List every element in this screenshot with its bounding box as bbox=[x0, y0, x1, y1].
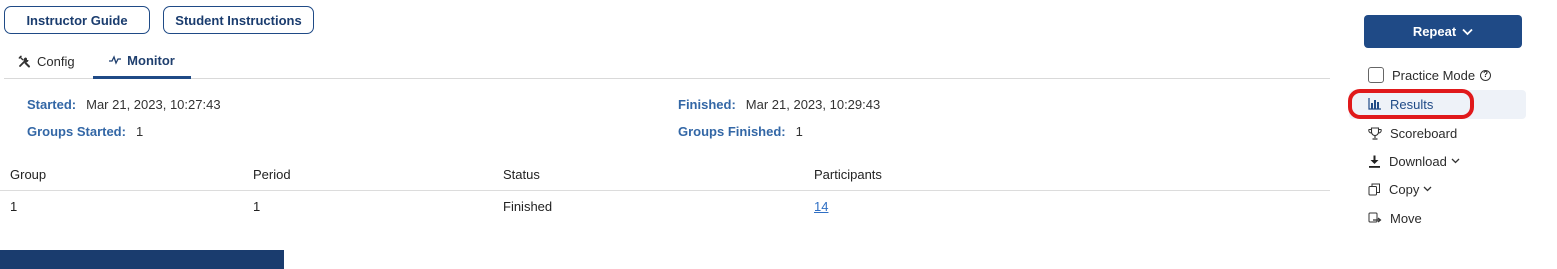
move-icon bbox=[1368, 212, 1382, 222]
finished-info: Finished: Mar 21, 2023, 10:29:43 bbox=[678, 97, 880, 112]
column-header-participants: Participants bbox=[814, 166, 882, 182]
repeat-button[interactable]: Repeat bbox=[1364, 15, 1522, 48]
participants-link[interactable]: 14 bbox=[814, 199, 828, 214]
tab-bar: Config Monitor bbox=[4, 44, 1330, 79]
practice-mode-label: Practice Mode bbox=[1392, 67, 1476, 83]
started-value: Mar 21, 2023, 10:27:43 bbox=[86, 97, 221, 112]
help-icon[interactable]: ? bbox=[1480, 69, 1492, 81]
column-header-status: Status bbox=[503, 166, 540, 182]
copy-icon bbox=[1368, 183, 1380, 195]
cell-period: 1 bbox=[253, 198, 261, 214]
tab-config[interactable]: Config bbox=[18, 44, 75, 79]
download-label: Download bbox=[1389, 153, 1447, 169]
practice-mode-checkbox[interactable] bbox=[1368, 67, 1384, 83]
download-menu[interactable]: Download bbox=[1368, 150, 1460, 172]
cell-status: Finished bbox=[503, 198, 553, 214]
groups-started-label: Groups Started: bbox=[27, 124, 126, 139]
started-info: Started: Mar 21, 2023, 10:27:43 bbox=[27, 97, 221, 112]
repeat-label: Repeat bbox=[1412, 24, 1457, 39]
table-row: 1 1 Finished 14 bbox=[0, 191, 1330, 221]
groups-started-value: 1 bbox=[135, 124, 144, 139]
student-instructions-button[interactable]: Student Instructions bbox=[163, 6, 314, 34]
tab-config-label: Config bbox=[37, 54, 75, 69]
table-header: Group Period Status Participants bbox=[0, 158, 1330, 191]
copy-menu[interactable]: Copy bbox=[1368, 178, 1432, 200]
copy-label: Copy bbox=[1389, 181, 1420, 197]
instructor-guide-button[interactable]: Instructor Guide bbox=[4, 6, 150, 34]
download-icon bbox=[1369, 155, 1380, 168]
cell-group: 1 bbox=[10, 198, 18, 214]
column-header-period: Period bbox=[253, 166, 291, 182]
activity-icon bbox=[109, 55, 122, 65]
scoreboard-label: Scoreboard bbox=[1390, 125, 1458, 141]
scoreboard-link[interactable]: Scoreboard bbox=[1368, 122, 1457, 144]
finished-label: Finished: bbox=[678, 97, 736, 112]
chevron-down-icon bbox=[1423, 186, 1432, 192]
bottom-bar bbox=[0, 250, 284, 269]
groups-finished-label: Groups Finished: bbox=[678, 124, 786, 139]
finished-value: Mar 21, 2023, 10:29:43 bbox=[745, 97, 881, 112]
highlight-ring bbox=[1348, 89, 1474, 119]
tab-monitor-label: Monitor bbox=[127, 52, 175, 68]
tab-monitor[interactable]: Monitor bbox=[93, 44, 191, 79]
practice-mode-toggle[interactable]: Practice Mode ? bbox=[1368, 64, 1492, 86]
groups-finished-value: 1 bbox=[795, 124, 803, 139]
chevron-down-icon bbox=[1462, 28, 1473, 35]
chevron-down-icon bbox=[1451, 158, 1460, 164]
started-label: Started: bbox=[27, 97, 77, 112]
trophy-icon bbox=[1368, 126, 1382, 140]
tools-icon bbox=[18, 55, 30, 68]
groups-finished-info: Groups Finished: 1 bbox=[678, 124, 803, 139]
move-link[interactable]: Move bbox=[1368, 207, 1422, 229]
column-header-group: Group bbox=[10, 166, 47, 182]
groups-started-info: Groups Started: 1 bbox=[27, 124, 143, 139]
move-label: Move bbox=[1390, 210, 1422, 226]
